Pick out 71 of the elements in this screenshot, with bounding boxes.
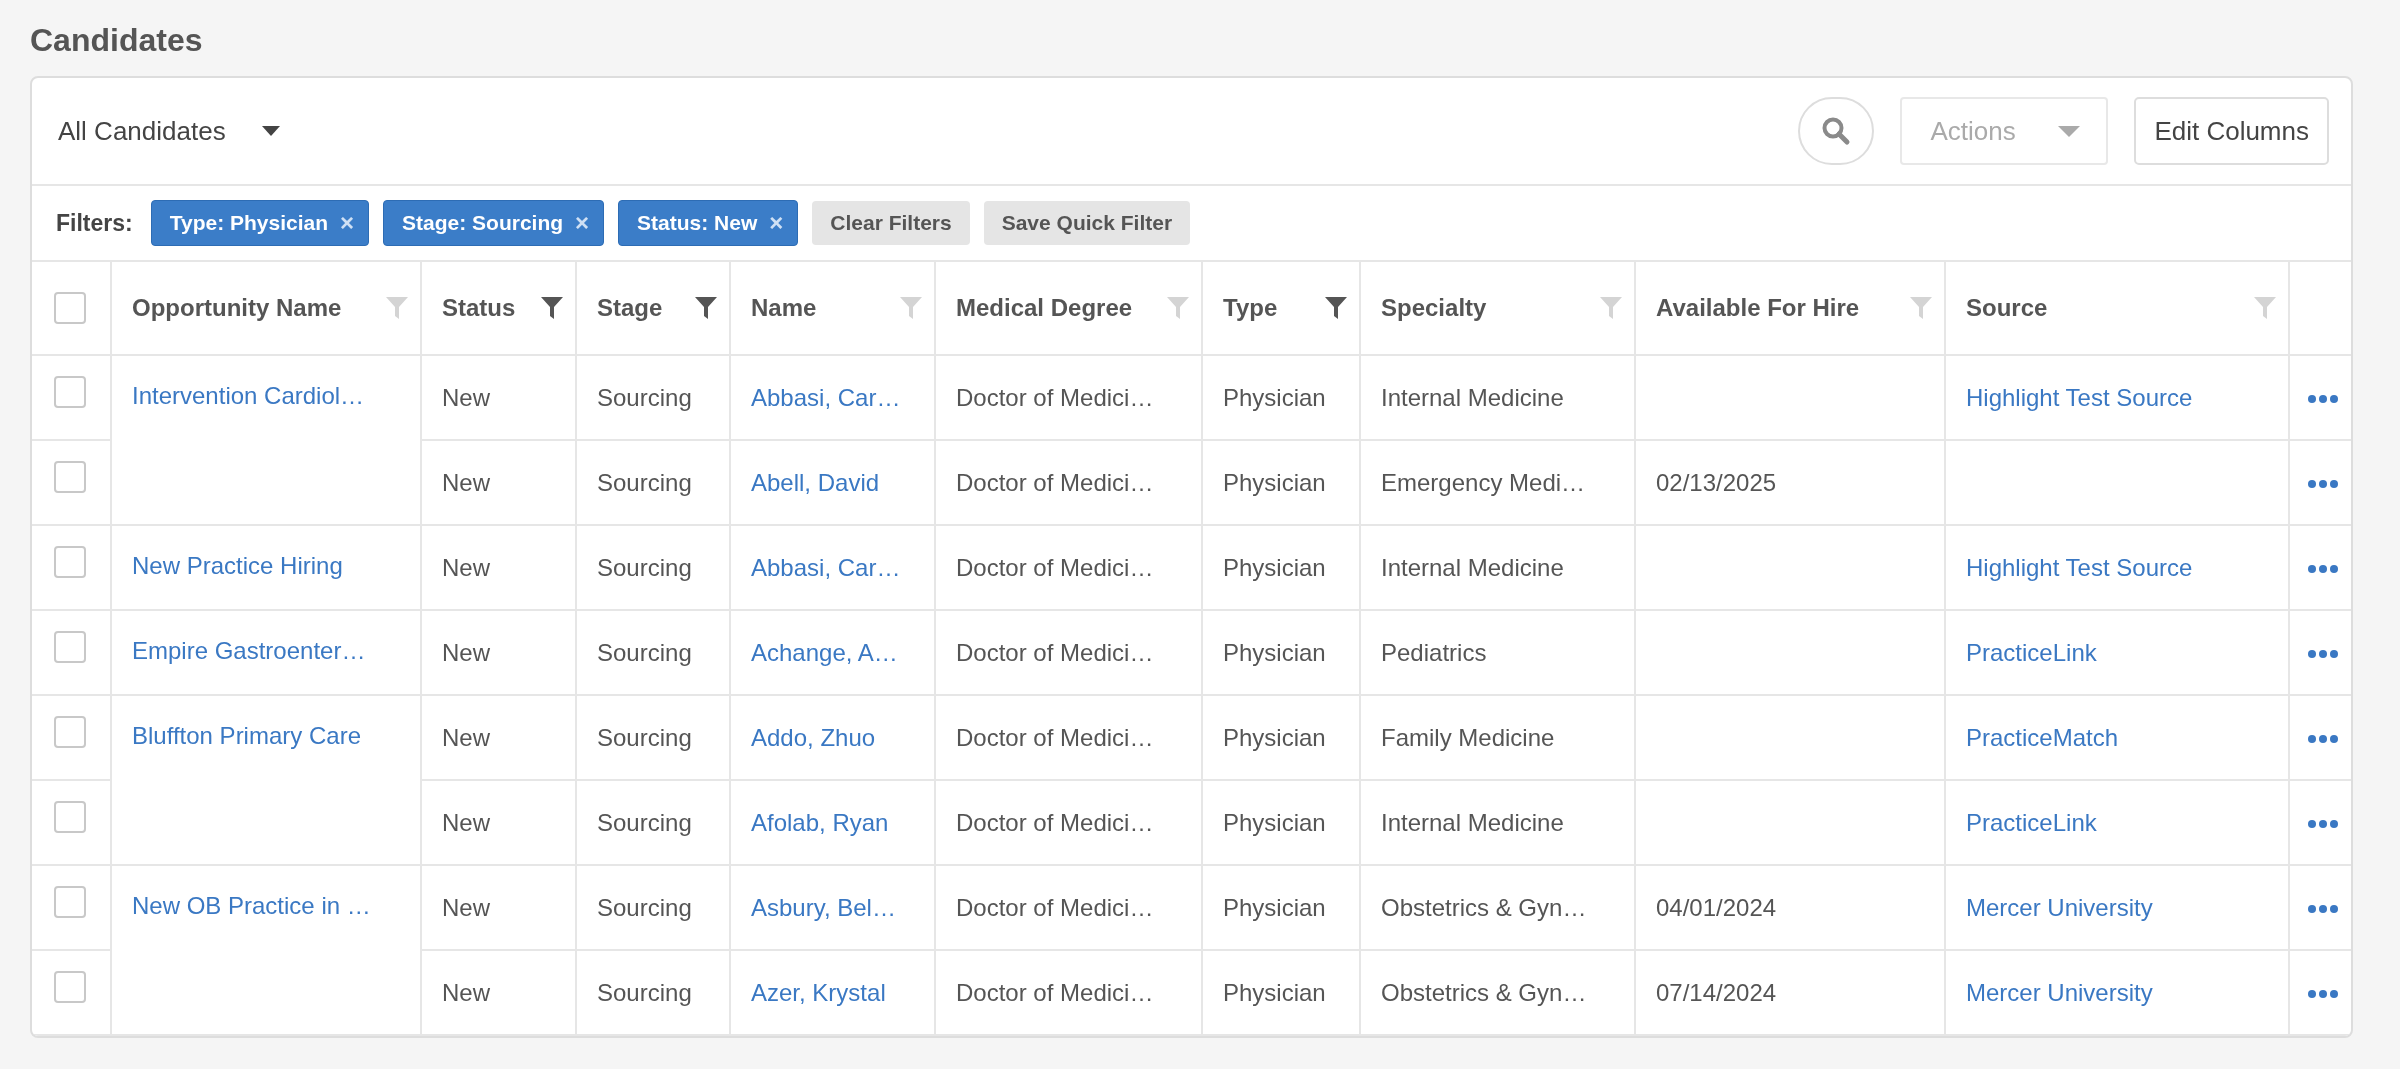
column-header[interactable]: Source [1966,294,2048,322]
opportunity-link[interactable]: New OB Practice in … [132,892,371,919]
degree-cell: Doctor of Medici… [935,950,1202,1035]
degree-cell: Doctor of Medici… [935,525,1202,610]
status-cell: New [421,355,576,440]
chip-label: Status: New [637,211,758,235]
column-header[interactable]: Name [751,294,817,322]
stage-cell: Sourcing [576,780,730,865]
remove-filter-button[interactable]: × [573,211,592,235]
column-header[interactable]: Specialty [1381,294,1487,322]
specialty-cell: Internal Medicine [1360,525,1635,610]
stage-cell: Sourcing [576,610,730,695]
type-cell: Physician [1202,780,1360,865]
specialty-cell: Obstetrics & Gyn… [1360,950,1635,1035]
degree-cell: Doctor of Medici… [935,355,1202,440]
date-cell: 07/14/2024 [1635,950,1945,1035]
opportunity-link[interactable]: Bluffton Primary Care [132,722,361,749]
degree-cell: Doctor of Medici… [935,610,1202,695]
stage-cell: Sourcing [576,525,730,610]
column-header[interactable]: Available For Hire [1656,294,1860,322]
status-cell: New [421,440,576,525]
status-cell: New [421,525,576,610]
stage-cell: Sourcing [576,440,730,525]
degree-cell: Doctor of Medici… [935,865,1202,950]
page-title: Candidates [30,21,204,60]
view-dropdown[interactable]: All Candidates [58,115,280,147]
type-cell: Physician [1202,950,1360,1035]
type-cell: Physician [1202,610,1360,695]
source-link[interactable]: Mercer University [1966,893,2153,921]
stage-cell: Sourcing [576,865,730,950]
date-cell: 02/13/2025 [1635,440,1945,525]
specialty-cell: Emergency Medi… [1360,440,1635,525]
chip-label: Stage: Sourcing [402,211,564,235]
stage-cell: Sourcing [576,950,730,1035]
column-header[interactable]: Type [1223,294,1278,322]
filter-action-button[interactable]: Clear Filters [812,201,970,245]
specialty-cell: Obstetrics & Gyn… [1360,865,1635,950]
specialty-cell: Internal Medicine [1360,780,1635,865]
date-cell: 04/01/2024 [1635,865,1945,950]
specialty-cell: Internal Medicine [1360,355,1635,440]
specialty-cell: Family Medicine [1360,695,1635,780]
chip-label: Type: Physician [169,211,329,235]
status-cell: New [421,865,576,950]
type-cell: Physician [1202,525,1360,610]
filters-label: Filters: [56,209,133,237]
source-link[interactable]: PracticeLink [1966,808,2097,836]
column-header[interactable]: Stage [597,294,663,322]
source-link[interactable]: PracticeLink [1966,638,2097,666]
source-link[interactable]: Mercer University [1966,978,2153,1006]
remove-filter-button[interactable]: × [767,211,786,235]
column-header[interactable]: Medical Degree [956,294,1133,322]
status-cell: New [421,780,576,865]
degree-cell: Doctor of Medici… [935,695,1202,780]
filter-action-button[interactable]: Save Quick Filter [983,201,1191,245]
type-cell: Physician [1202,440,1360,525]
status-cell: New [421,950,576,1035]
type-cell: Physician [1202,355,1360,440]
source-link[interactable]: PracticeMatch [1966,723,2119,751]
status-cell: New [421,695,576,780]
column-header[interactable]: Status [442,294,516,322]
status-cell: New [421,610,576,695]
edit-columns-button[interactable]: Edit Columns [2134,97,2329,165]
specialty-cell: Pediatrics [1360,610,1635,695]
degree-cell: Doctor of Medici… [935,780,1202,865]
type-cell: Physician [1202,865,1360,950]
degree-cell: Doctor of Medici… [935,440,1202,525]
opportunity-link[interactable]: Intervention Cardiol… [132,382,365,409]
type-cell: Physician [1202,695,1360,780]
remove-filter-button[interactable]: × [338,211,357,235]
stage-cell: Sourcing [576,695,730,780]
stage-cell: Sourcing [576,355,730,440]
